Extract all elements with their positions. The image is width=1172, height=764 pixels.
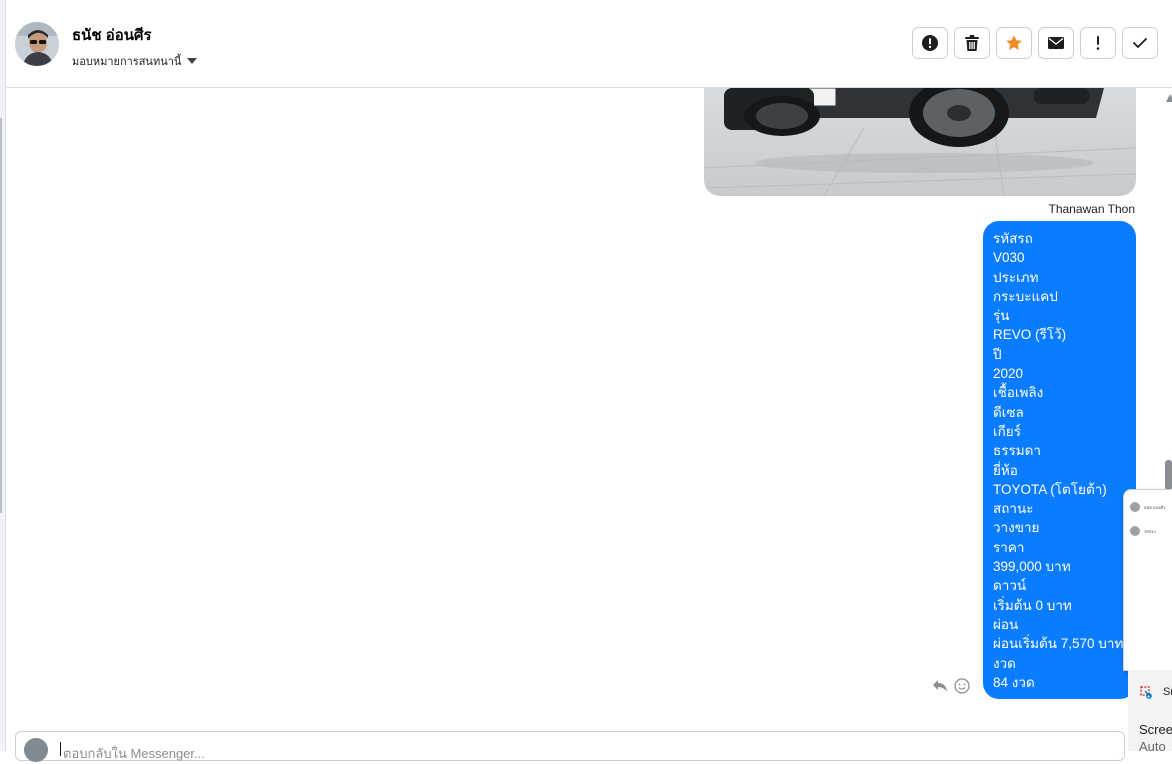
message-line: ผ่อนเริ่มต้น 7,570 บาท: [993, 636, 1124, 652]
message-line: สถานะ: [993, 501, 1034, 517]
message-line: REVO (รีโว้): [993, 327, 1067, 343]
outgoing-message-bubble[interactable]: รหัสรถ V030 ประเภทกระบะแคปรุ่น REVO (รีโว้)…: [983, 221, 1136, 699]
message-actions: [932, 678, 970, 694]
message-line: 84 งวด: [993, 674, 1035, 690]
alert-circle-icon: [922, 35, 938, 51]
message-line: เกียร์: [993, 423, 1021, 439]
popup-row: รหัสรถ: [1130, 526, 1156, 536]
message-line: TOYOTA (โตโยต้า): [993, 481, 1107, 497]
message-line: รุ่น: [993, 308, 1010, 324]
assign-conversation-dropdown[interactable]: มอบหมายการสนทนานี้: [72, 52, 198, 70]
popup-row-text: ธนัช อ่อนศีร: [1144, 504, 1166, 510]
snipping-tool-label: Sn: [1163, 686, 1172, 698]
scroll-up-arrow-icon[interactable]: [1166, 94, 1172, 102]
avatar-image: [15, 22, 59, 66]
follow-up-button[interactable]: [1080, 27, 1116, 59]
car-photo-attachment[interactable]: [704, 88, 1136, 196]
exclamation-icon: [1096, 36, 1100, 50]
reaction-emoji-icon[interactable]: [954, 678, 970, 694]
conversation-header: ธนัช อ่อนศีร มอบหมายการสนทนานี้: [6, 0, 1172, 88]
car-image: [704, 88, 1136, 196]
notification-subtitle: Auto: [1139, 739, 1166, 754]
message-line: ประเภท: [993, 269, 1039, 285]
sender-name: Thanawan Thon: [1048, 202, 1135, 216]
contact-avatar[interactable]: [15, 22, 59, 66]
message-line: เริ่มต้น 0 บาท: [993, 597, 1072, 613]
check-icon: [1133, 38, 1147, 48]
envelope-icon: [1048, 37, 1064, 49]
message-line: 2020: [993, 366, 1024, 382]
composer-avatar: [24, 738, 48, 762]
contact-name[interactable]: ธนัช อ่อนศีร: [72, 23, 152, 47]
preview-thumbnail-popup[interactable]: ธนัช อ่อนศีร รหัสรถ: [1123, 489, 1172, 671]
text-cursor: [60, 742, 61, 756]
popup-row-text: รหัสรถ: [1144, 528, 1156, 534]
message-line: เชื้อเพลิง: [993, 385, 1044, 401]
message-line: ยี่ห้อ: [993, 462, 1018, 478]
mark-unread-button[interactable]: [1038, 27, 1074, 59]
mark-done-button[interactable]: [1122, 27, 1158, 59]
popup-row: ธนัช อ่อนศีร: [1130, 502, 1165, 512]
left-frame-mark: [0, 118, 2, 513]
message-line: ดีเซล: [993, 404, 1024, 420]
mark-spam-button[interactable]: [912, 27, 948, 59]
composer-placeholder[interactable]: ตอบกลับใน Messenger...: [63, 743, 205, 764]
header-toolbar: [912, 27, 1158, 59]
message-line: ราคา: [993, 539, 1025, 555]
message-line: ผ่อน: [993, 616, 1019, 632]
message-line: V030: [993, 250, 1025, 266]
snipping-tool-icon: [1140, 686, 1152, 699]
message-line: วางขาย: [993, 520, 1040, 536]
message-line: รหัสรถ: [993, 231, 1033, 246]
star-icon: [1006, 35, 1022, 50]
message-line: ปี: [993, 346, 1002, 362]
trash-icon: [965, 35, 979, 51]
scrollbar-thumb[interactable]: [1165, 460, 1172, 490]
message-line: 399,000 บาท: [993, 559, 1071, 575]
message-composer[interactable]: ตอบกลับใน Messenger...: [15, 731, 1125, 764]
left-frame-edge: [0, 0, 6, 751]
message-line: กระบะแคป: [993, 288, 1058, 304]
reply-icon[interactable]: [932, 679, 948, 693]
caret-down-icon: [187, 58, 198, 64]
message-line: ดาวน์: [993, 578, 1027, 594]
notification-title: Scree: [1139, 722, 1172, 737]
star-button[interactable]: [996, 27, 1032, 59]
mini-avatar: [1130, 526, 1140, 536]
message-line: งวด: [993, 655, 1016, 671]
message-line: ธรรมดา: [993, 443, 1041, 459]
assign-label: มอบหมายการสนทนานี้: [72, 56, 182, 68]
mini-avatar: [1130, 502, 1140, 512]
delete-button[interactable]: [954, 27, 990, 59]
